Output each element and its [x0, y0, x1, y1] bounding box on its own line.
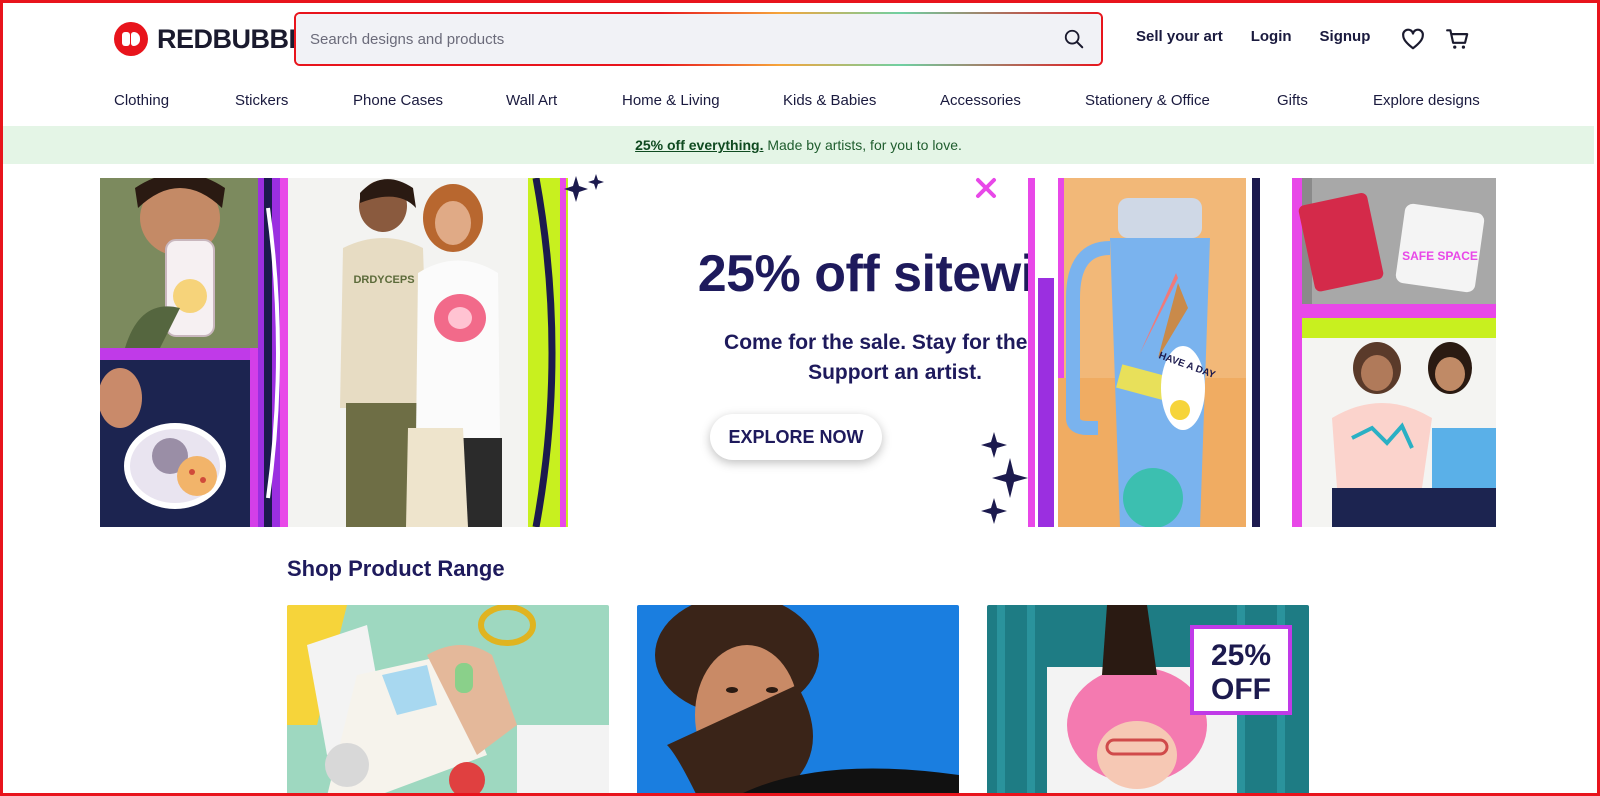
login-link[interactable]: Login: [1251, 28, 1292, 45]
nav-gifts[interactable]: Gifts: [1277, 92, 1308, 109]
sell-your-art-link[interactable]: Sell your art: [1136, 28, 1223, 45]
section-title: Shop Product Range: [287, 556, 505, 581]
photo-couple-tote: DRDYCEPS: [288, 178, 528, 527]
promo-banner: 25% off everything. Made by artists, for…: [3, 126, 1594, 164]
promo-text: Made by artists, for you to love.: [763, 137, 962, 153]
heart-icon[interactable]: [1400, 26, 1426, 52]
product-card-clothing[interactable]: [637, 605, 959, 796]
photo-phone-grip: [100, 178, 258, 348]
photo-sticker-raccoon: [100, 348, 258, 527]
sparkle-cluster-icon: [981, 432, 1028, 524]
search-input[interactable]: [296, 14, 1101, 64]
decor-stripe-right: [1028, 178, 1058, 527]
photo-mugs: SAFE SPACE: [1292, 178, 1496, 318]
product-card-wall-art[interactable]: 25% OFF: [987, 605, 1309, 796]
signup-link[interactable]: Signup: [1320, 28, 1371, 45]
decor-stripe-left: [258, 178, 288, 527]
sale-badge-line1: 25%: [1211, 639, 1271, 672]
nav-accessories[interactable]: Accessories: [940, 92, 1021, 109]
close-x-icon: [976, 178, 996, 198]
header-links: Sell your art Login Signup: [1136, 28, 1370, 45]
nav-home-living[interactable]: Home & Living: [622, 92, 720, 109]
product-card-stickers[interactable]: [287, 605, 609, 796]
decor-lime-stripe: [528, 178, 568, 527]
sparkle-icon: [564, 174, 604, 202]
search-icon[interactable]: [1063, 28, 1085, 50]
nav-stickers[interactable]: Stickers: [235, 92, 288, 109]
promo-link[interactable]: 25% off everything.: [635, 137, 763, 153]
site-header: REDBUBBLE Sell your art Login Signup: [0, 0, 1600, 78]
cart-icon[interactable]: [1445, 26, 1471, 52]
nav-explore-designs[interactable]: Explore designs: [1373, 92, 1480, 109]
photo-tumbler-stickers: HAVE A DAY: [1058, 178, 1292, 527]
search-box: [294, 12, 1103, 66]
redbubble-logo-icon: [114, 22, 148, 56]
mug-text: SAFE SPACE: [1402, 249, 1478, 263]
sale-badge-line2: OFF: [1211, 673, 1271, 706]
nav-clothing[interactable]: Clothing: [114, 92, 169, 109]
hero-banner[interactable]: DRDYCEPS 25% off sitewide Come for the s…: [100, 174, 1496, 527]
nav-wall-art[interactable]: Wall Art: [506, 92, 557, 109]
nav-kids-babies[interactable]: Kids & Babies: [783, 92, 876, 109]
shirt-print-text: DRDYCEPS: [353, 274, 414, 286]
explore-now-button[interactable]: EXPLORE NOW: [710, 414, 882, 460]
redbubble-logo[interactable]: REDBUBBLE: [114, 22, 323, 56]
category-nav: Clothing Stickers Phone Cases Wall Art H…: [0, 88, 1600, 118]
photo-pillow-friends: [1292, 318, 1496, 527]
nav-stationery-office[interactable]: Stationery & Office: [1085, 92, 1210, 109]
nav-phone-cases[interactable]: Phone Cases: [353, 92, 443, 109]
